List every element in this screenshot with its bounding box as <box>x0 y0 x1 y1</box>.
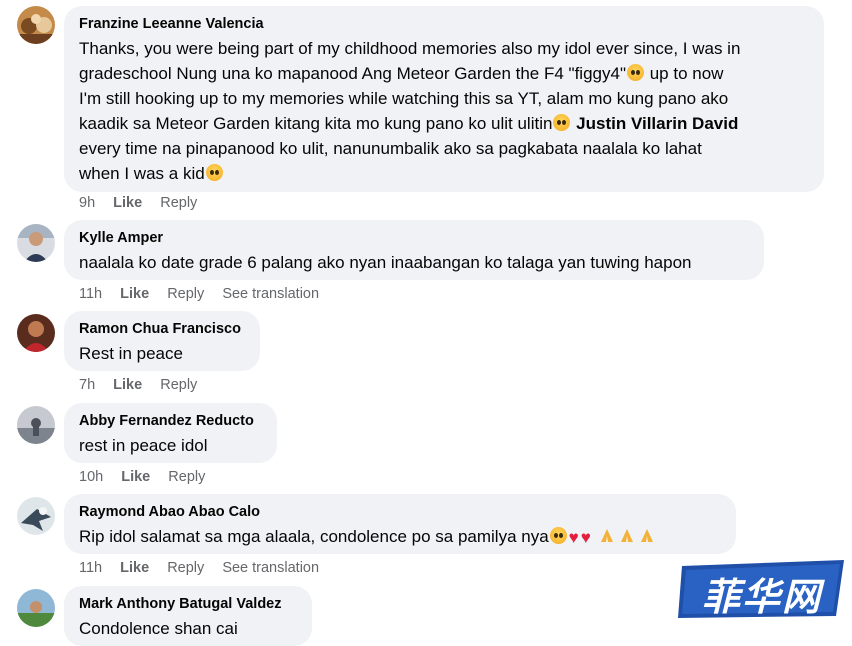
reply-button[interactable]: Reply <box>167 560 204 576</box>
see-translation-link[interactable]: See translation <box>222 286 319 302</box>
pleading-face-emoji-icon <box>553 114 571 131</box>
comment-bubble: Ramon Chua Francisco Rest in peace <box>64 311 260 371</box>
comment-author[interactable]: Abby Fernandez Reducto <box>79 412 263 430</box>
comment-author[interactable]: Mark Anthony Batugal Valdez <box>79 595 298 613</box>
reply-button[interactable]: Reply <box>167 286 204 302</box>
comment-text: Thanks, you were being part of my childh… <box>79 39 741 183</box>
heart-emoji-icon: ♥ <box>568 528 579 547</box>
comment-author[interactable]: Ramon Chua Francisco <box>79 320 246 338</box>
folded-hands-emoji-icon <box>620 529 633 542</box>
avatar[interactable] <box>17 224 55 262</box>
comment-actions: 7h Like Reply <box>79 377 211 393</box>
comment-text: Condolence shan cai <box>79 619 238 638</box>
comment-author[interactable]: Franzine Leeanne Valencia <box>79 15 810 33</box>
like-button[interactable]: Like <box>121 469 150 485</box>
folded-hands-emoji-icon <box>600 529 613 542</box>
like-button[interactable]: Like <box>113 377 142 393</box>
comment-time[interactable]: 10h <box>79 469 103 485</box>
comment-actions: 9h Like Reply <box>79 195 211 211</box>
reply-button[interactable]: Reply <box>160 377 197 393</box>
like-button[interactable]: Like <box>113 195 142 211</box>
comment-bubble: Franzine Leeanne Valencia Thanks, you we… <box>64 6 824 192</box>
reply-button[interactable]: Reply <box>160 195 197 211</box>
like-button[interactable]: Like <box>120 560 149 576</box>
reply-button[interactable]: Reply <box>168 469 205 485</box>
comment-actions: 11h Like Reply See translation <box>79 560 333 576</box>
folded-hands-emoji-icon <box>640 529 653 542</box>
see-translation-link[interactable]: See translation <box>222 560 319 576</box>
watermark-logo: 菲华网 <box>676 556 850 622</box>
avatar[interactable] <box>17 6 55 44</box>
comment-time[interactable]: 11h <box>79 286 102 302</box>
comment-text: Rip idol salamat sa mga alaala, condolen… <box>79 524 722 550</box>
avatar[interactable] <box>17 497 55 535</box>
comment-author[interactable]: Kylle Amper <box>79 229 750 247</box>
comment-time[interactable]: 11h <box>79 560 102 576</box>
heart-emoji-icon: ♥ <box>580 528 591 547</box>
pleading-face-emoji-icon <box>205 164 223 181</box>
avatar[interactable] <box>17 589 55 627</box>
comment-actions: 10h Like Reply <box>79 469 219 485</box>
pleading-face-emoji-icon <box>626 64 644 81</box>
comment-time[interactable]: 9h <box>79 195 95 211</box>
like-button[interactable]: Like <box>120 286 149 302</box>
comment-bubble: Mark Anthony Batugal Valdez Condolence s… <box>64 586 312 646</box>
comment-bubble: Abby Fernandez Reducto rest in peace ido… <box>64 403 277 463</box>
avatar[interactable] <box>17 406 55 444</box>
comment-text: rest in peace idol <box>79 436 208 455</box>
comment-time[interactable]: 7h <box>79 377 95 393</box>
avatar[interactable] <box>17 314 55 352</box>
comment-bubble: Raymond Abao Abao Calo Rip idol salamat … <box>64 494 736 554</box>
comment-text: Rest in peace <box>79 344 183 363</box>
pleading-face-emoji-icon <box>549 527 567 544</box>
mention-link[interactable]: Justin Villarin David <box>576 114 738 133</box>
comment-text: naalala ko date grade 6 palang ako nyan … <box>79 253 692 272</box>
comment-bubble: Kylle Amper naalala ko date grade 6 pala… <box>64 220 764 280</box>
comment-actions: 11h Like Reply See translation <box>79 286 333 302</box>
comment-author[interactable]: Raymond Abao Abao Calo <box>79 503 722 521</box>
watermark-text: 菲华网 <box>702 575 823 619</box>
